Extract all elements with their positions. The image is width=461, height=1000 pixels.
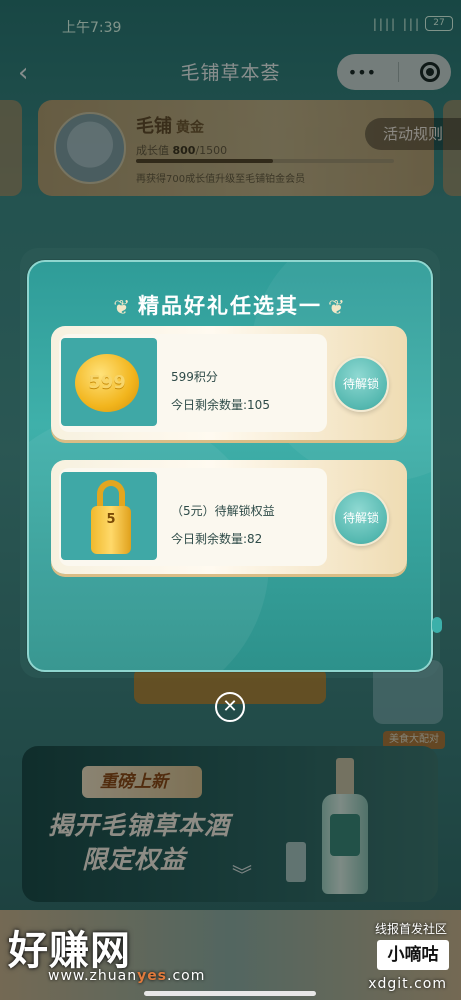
side-indicator (432, 617, 442, 633)
home-indicator[interactable] (144, 991, 316, 996)
unlock-button[interactable]: 待解锁 (333, 356, 389, 412)
lock-number: 5 (106, 512, 116, 527)
reward-name: 599积分 (171, 370, 218, 384)
reward-name: （5元）待解锁权益 (171, 504, 275, 518)
reward-remaining: 今日剩余数量:105 (171, 398, 270, 412)
reward-thumbnail: 5 (61, 472, 157, 560)
close-icon[interactable]: ✕ (215, 692, 245, 722)
lock-icon: 5 (91, 480, 131, 554)
watermark-url-a: www.zhuan (48, 968, 138, 984)
coin-icon: 599 (75, 354, 139, 412)
reward-thumbnail: 599 (61, 338, 157, 426)
unlock-button[interactable]: 待解锁 (333, 490, 389, 546)
watermark-domain: xdgit.com (368, 976, 447, 992)
watermark-url-b: yes (137, 968, 168, 984)
modal-title-text: 精品好礼任选其一 (138, 294, 322, 318)
watermark-url-c: .com (167, 968, 206, 984)
modal-title: ❦ 精品好礼任选其一 ❦ (29, 290, 431, 320)
laurel-left-icon: ❦ (113, 295, 132, 319)
watermark-logo: 小嘀咕 (377, 940, 449, 970)
watermark-url: www.zhuanyes.com (48, 968, 205, 984)
watermark-community: 线报首发社区 (374, 922, 447, 936)
gift-selection-modal: ❦ 精品好礼任选其一 ❦ 599 599积分 今日剩余数量:105 待解锁 5 （5… (27, 260, 433, 672)
reward-option-points[interactable]: 599 599积分 今日剩余数量:105 待解锁 (51, 326, 407, 440)
laurel-right-icon: ❦ (328, 295, 347, 319)
reward-remaining: 今日剩余数量:82 (171, 532, 263, 546)
reward-option-voucher[interactable]: 5 （5元）待解锁权益 今日剩余数量:82 待解锁 (51, 460, 407, 574)
